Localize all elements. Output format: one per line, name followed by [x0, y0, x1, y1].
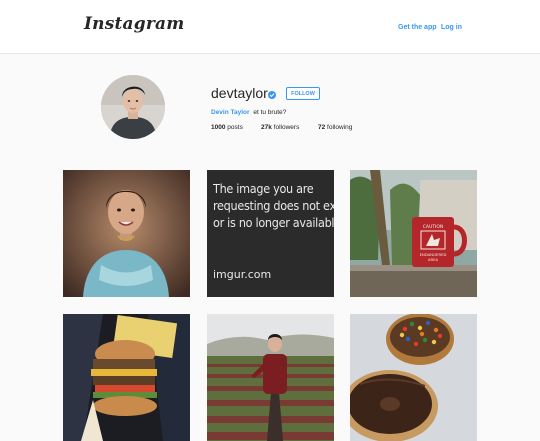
post-thumbnail[interactable] — [207, 314, 334, 441]
svg-text:CAUTION: CAUTION — [423, 224, 444, 230]
profile-avatar[interactable] — [101, 75, 165, 139]
following-count[interactable]: 72 following — [318, 124, 352, 131]
imgur-domain-text: imgur.com — [213, 268, 272, 281]
profile-bio: Devin Taylor et tu brute? — [211, 109, 286, 116]
top-navigation-bar: Instagram Get the app Log in — [0, 0, 540, 54]
svg-text:AREA: AREA — [428, 257, 439, 262]
imgur-missing-message: The image you are requesting does not ex… — [213, 181, 334, 230]
post-thumbnail[interactable] — [63, 170, 190, 297]
instagram-logo[interactable]: Instagram — [84, 14, 184, 34]
posts-count: 1000 posts — [211, 124, 243, 131]
post-thumbnail[interactable]: CAUTION ENDANGERED AREA — [350, 170, 477, 297]
verified-badge-icon — [268, 91, 276, 99]
profile-full-name: Devin Taylor — [211, 109, 250, 116]
post-thumbnail[interactable] — [350, 314, 477, 441]
post-thumbnail[interactable] — [63, 314, 190, 441]
get-the-app-link[interactable]: Get the app — [398, 24, 437, 31]
followers-count[interactable]: 27k followers — [261, 124, 299, 131]
post-thumbnail[interactable]: The image you are requesting does not ex… — [207, 170, 334, 297]
profile-bio-text: et tu brute? — [253, 109, 287, 116]
follow-button[interactable]: FOLLOW — [286, 87, 320, 100]
profile-username: devtaylor — [211, 85, 268, 101]
log-in-link[interactable]: Log in — [441, 24, 462, 31]
